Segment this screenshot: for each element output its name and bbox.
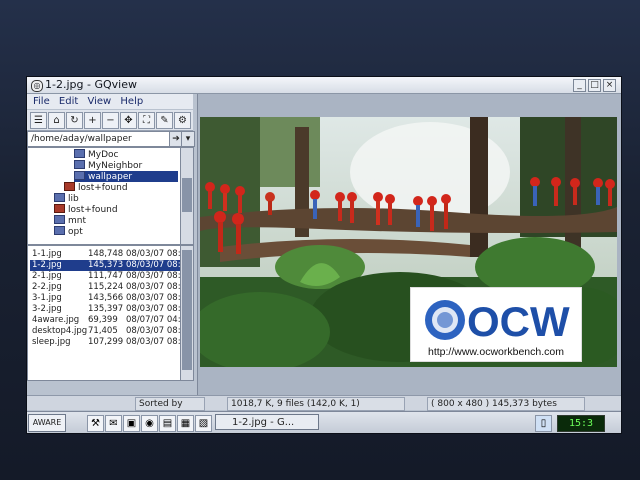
- files-icon[interactable]: ▤: [159, 415, 176, 432]
- mail-icon[interactable]: ✉: [105, 415, 122, 432]
- tools-icon[interactable]: ✎: [156, 112, 173, 129]
- file-list-scrollbar[interactable]: [180, 245, 194, 381]
- file-row-selected[interactable]: 1-2.jpg 145,373 08/03/07 08:: [30, 260, 180, 271]
- scroll-thumb[interactable]: [182, 250, 192, 370]
- ocw-logo: OCW: [425, 298, 570, 344]
- zoom-fit-icon[interactable]: ✥: [120, 112, 137, 129]
- sort-status[interactable]: Sorted by name: [135, 397, 205, 421]
- tree-item[interactable]: mnt: [54, 215, 86, 226]
- maximize-button[interactable]: □: [588, 79, 601, 92]
- tree-item[interactable]: lost+found: [64, 182, 128, 193]
- image-info: ( 800 x 480 ) 145,373 bytes: [427, 397, 585, 411]
- tree-item[interactable]: opt: [54, 226, 83, 237]
- tree-item-selected[interactable]: wallpaper: [74, 171, 178, 182]
- folder-tree: MyDoc MyNeighbor wallpaper lost+found li…: [27, 147, 181, 245]
- thumbnails-icon[interactable]: ☰: [30, 112, 47, 129]
- window-titlebar[interactable]: ◎ 1-2.jpg - GQview _ □ ×: [27, 77, 621, 94]
- zoom-in-icon[interactable]: +: [84, 112, 101, 129]
- close-button[interactable]: ×: [603, 79, 616, 92]
- file-list: 1-1.jpg 148,748 08/03/07 08: 1-2.jpg 145,37…: [27, 245, 181, 381]
- tree-item[interactable]: lost+found: [54, 204, 118, 215]
- folder-icon: [54, 193, 65, 202]
- folder-icon: [74, 149, 85, 158]
- start-button[interactable]: AWARE: [28, 414, 66, 432]
- file-row[interactable]: 4aware.jpg 69,399 08/07/07 04:: [30, 315, 180, 326]
- screen: ◎ 1-2.jpg - GQview _ □ × File Edit View …: [26, 76, 622, 434]
- file-row[interactable]: 2-2.jpg 115,224 08/03/07 08:: [30, 282, 180, 293]
- tree-item[interactable]: MyNeighbor: [74, 160, 142, 171]
- watermark-url: http://www.ocworkbench.com: [428, 346, 564, 358]
- window-title: 1-2.jpg - GQview: [45, 78, 137, 91]
- clock: 15:3: [557, 415, 605, 432]
- menu-edit[interactable]: Edit: [59, 94, 78, 109]
- status-bar: Sorted by name 1018,7 K, 9 files (142,0 …: [27, 395, 621, 421]
- logo-text: OCW: [467, 298, 570, 344]
- tree-item[interactable]: MyDoc: [74, 149, 118, 160]
- menu-bar: File Edit View Help: [27, 94, 193, 109]
- folder-summary: 1018,7 K, 9 files (142,0 K, 1): [227, 397, 405, 411]
- folder-icon: [74, 171, 85, 180]
- document-icon[interactable]: ▧: [195, 415, 212, 432]
- refresh-icon[interactable]: ↻: [66, 112, 83, 129]
- file-row[interactable]: desktop4.jpg 71,405 08/03/07 08:: [30, 326, 180, 337]
- home-icon[interactable]: ⌂: [48, 112, 65, 129]
- file-row[interactable]: sleep.jpg 107,299 08/03/07 08:: [30, 337, 180, 348]
- image-icon[interactable]: ▣: [123, 415, 140, 432]
- file-row[interactable]: 3-2.jpg 135,397 08/03/07 08:: [30, 304, 180, 315]
- path-field[interactable]: /home/aday/wallpaper ➔ ▾: [27, 131, 195, 147]
- toolbar: ☰ ⌂ ↻ + − ✥ ⛶ ✎ ⚙: [27, 110, 193, 131]
- terminal-icon[interactable]: ▦: [177, 415, 194, 432]
- folder-icon: [54, 215, 65, 224]
- taskbar: AWARE ⚒ ✉ ▣ ◉ ▤ ▦ ▧ 1-2.jpg - G... ▯ 15:…: [27, 411, 621, 433]
- locked-folder-icon: [64, 182, 75, 191]
- browser-icon[interactable]: ◉: [141, 415, 158, 432]
- taskbar-window-gqview[interactable]: 1-2.jpg - G...: [215, 414, 319, 430]
- folder-icon: [74, 160, 85, 169]
- locked-folder-icon: [54, 204, 65, 213]
- folder-icon: [54, 226, 65, 235]
- settings-icon[interactable]: ⚒: [87, 415, 104, 432]
- file-row[interactable]: 3-1.jpg 143,566 08/03/07 08:: [30, 293, 180, 304]
- path-input[interactable]: /home/aday/wallpaper: [31, 132, 132, 146]
- tree-scrollbar[interactable]: [180, 147, 194, 245]
- watermark: OCW http://www.ocworkbench.com: [410, 287, 582, 362]
- tree-item[interactable]: lib: [54, 193, 79, 204]
- file-row[interactable]: 2-1.jpg 111,747 08/03/07 08:: [30, 271, 180, 282]
- menu-help[interactable]: Help: [120, 94, 143, 109]
- path-history-icon[interactable]: ▾: [181, 132, 194, 146]
- zoom-out-icon[interactable]: −: [102, 112, 119, 129]
- network-icon[interactable]: ▯: [535, 415, 552, 432]
- config-icon[interactable]: ⚙: [174, 112, 191, 129]
- scroll-thumb[interactable]: [182, 178, 192, 212]
- menu-file[interactable]: File: [33, 94, 50, 109]
- fullscreen-icon[interactable]: ⛶: [138, 112, 155, 129]
- app-icon: ◎: [31, 80, 43, 92]
- file-row[interactable]: 1-1.jpg 148,748 08/03/07 08:: [30, 249, 180, 260]
- menu-view[interactable]: View: [87, 94, 111, 109]
- minimize-button[interactable]: _: [573, 79, 586, 92]
